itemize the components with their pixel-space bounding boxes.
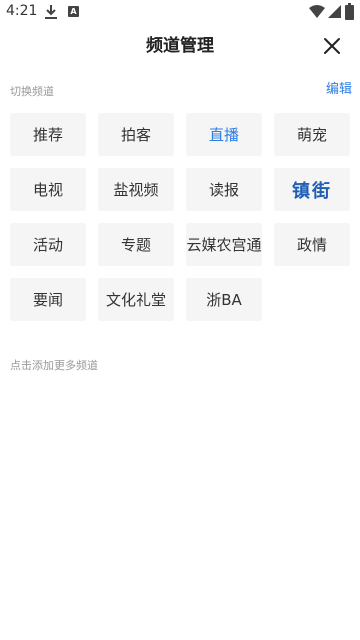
channel-tile[interactable]: 专题 [98, 223, 174, 266]
channel-tile[interactable]: 浙BA [186, 278, 262, 321]
channel-tile[interactable]: 读报 [186, 168, 262, 211]
close-button[interactable] [318, 32, 346, 60]
channel-tile[interactable]: 云媒农宫通 [186, 223, 262, 266]
channel-tile[interactable]: 活动 [10, 223, 86, 266]
status-time: 4:21 [6, 3, 38, 19]
wifi-icon [309, 5, 325, 18]
status-bar: 4:21 A [0, 0, 360, 24]
channel-tile[interactable]: 政情 [274, 223, 350, 266]
download-icon [45, 5, 57, 19]
channel-tile-logo[interactable]: 镇街 [274, 168, 350, 211]
section-label: 切换频道 [10, 85, 54, 98]
channel-tile[interactable]: 电视 [10, 168, 86, 211]
channel-tile[interactable]: 盐视频 [98, 168, 174, 211]
close-icon [324, 38, 340, 54]
channel-tile[interactable]: 萌宠 [274, 113, 350, 156]
signal-icon [328, 5, 341, 18]
battery-icon [345, 3, 354, 20]
a-badge-icon: A [68, 6, 79, 17]
channel-tile[interactable]: 文化礼堂 [98, 278, 174, 321]
channel-tile[interactable]: 拍客 [98, 113, 174, 156]
channel-tile[interactable]: 推荐 [10, 113, 86, 156]
add-more-hint: 点击添加更多频道 [10, 359, 98, 372]
header: 频道管理 [0, 24, 360, 68]
edit-button[interactable]: 编辑 [326, 80, 352, 100]
page-title: 频道管理 [146, 36, 214, 56]
switch-channel-row: 切换频道 编辑 [10, 80, 352, 100]
channel-tile[interactable]: 要闻 [10, 278, 86, 321]
channel-tile-active[interactable]: 直播 [186, 113, 262, 156]
